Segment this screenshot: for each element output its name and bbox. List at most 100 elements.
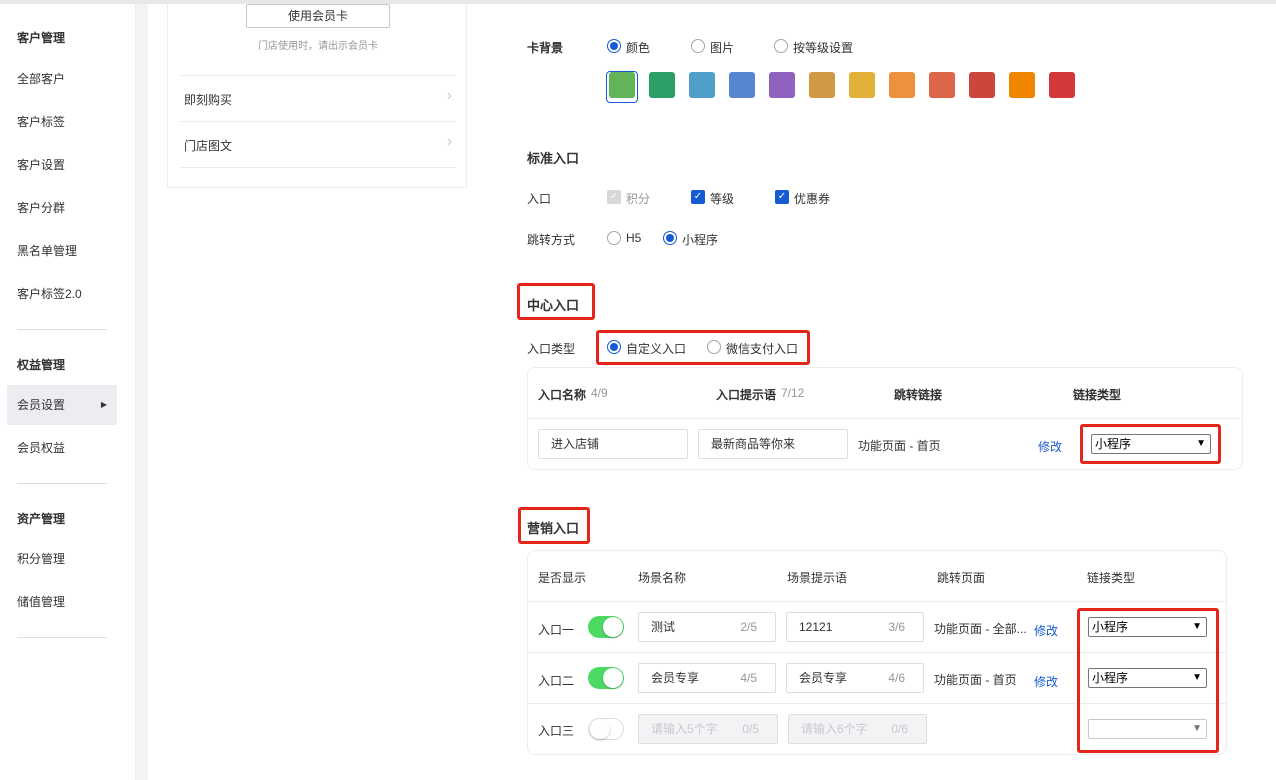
scene-name-input[interactable]: 测试 2/5 [638, 612, 776, 642]
color-swatch[interactable] [1049, 72, 1075, 98]
color-swatch[interactable] [609, 72, 635, 98]
scene-name-input: 请输入5个字 0/5 [638, 714, 778, 744]
chevron-down-icon: ▼ [1196, 438, 1206, 449]
select-value: 小程序 [1095, 437, 1132, 451]
char-count: 0/6 [891, 722, 908, 736]
scene-hint-input[interactable]: 会员专享 4/6 [786, 663, 924, 693]
entry-row-label: 入口一 [538, 623, 575, 637]
char-count: 2/5 [740, 620, 757, 634]
entry-hint-count: 7/12 [781, 386, 805, 400]
marketing-entry-title: 营销入口 [527, 521, 580, 536]
checkbox-level[interactable]: ✓ [691, 190, 705, 204]
radio-custom-entry[interactable] [607, 340, 621, 354]
color-swatch[interactable] [849, 72, 875, 98]
col-jump-link: 跳转链接 [894, 388, 943, 402]
col-link-type: 链接类型 [1087, 571, 1136, 585]
scene-hint-placeholder: 请输入6个字 [801, 722, 868, 736]
preview-row-buy-now[interactable]: 即刻购买 › [180, 75, 456, 121]
sidebar-item-customer-tags-2[interactable]: 客户标签2.0 [7, 274, 117, 314]
highlight-box [1077, 608, 1219, 753]
use-member-card-button[interactable]: 使用会员卡 [246, 4, 390, 28]
checkbox-coupon-label: 优惠券 [794, 192, 831, 206]
preview-row-label: 门店图文 [184, 139, 233, 153]
sidebar-group-customer: 客户管理 [17, 31, 66, 45]
radio-wechat-pay-entry-label: 微信支付入口 [726, 342, 799, 356]
modify-link[interactable]: 修改 [1038, 438, 1062, 455]
entry-name-count: 4/9 [591, 386, 608, 400]
color-swatch[interactable] [649, 72, 675, 98]
sidebar-item-customer-tags[interactable]: 客户标签 [7, 102, 117, 142]
scene-name-value: 测试 [651, 620, 676, 634]
radio-mini-program[interactable] [663, 231, 677, 245]
scene-name-value: 会员专享 [651, 671, 700, 685]
card-bg-label: 卡背景 [527, 41, 564, 55]
radio-wechat-pay-entry[interactable] [707, 340, 721, 354]
radio-h5[interactable] [607, 231, 621, 245]
entry-type-label: 入口类型 [527, 342, 576, 356]
radio-color[interactable] [607, 39, 621, 53]
checkbox-level-label: 等级 [710, 192, 735, 206]
sidebar-item-blacklist[interactable]: 黑名单管理 [7, 231, 117, 271]
sidebar-group-assets: 资产管理 [17, 512, 66, 526]
modify-link[interactable]: 修改 [1034, 673, 1058, 690]
center-link-type-select[interactable]: 小程序 ▼ [1091, 434, 1211, 454]
color-swatch[interactable] [729, 72, 755, 98]
radio-color-label: 颜色 [626, 41, 651, 55]
scene-hint-value: 12121 [799, 620, 833, 634]
sidebar-item-stored-value[interactable]: 储值管理 [7, 582, 117, 622]
col-entry-name: 入口名称 [538, 388, 587, 402]
col-scene-hint: 场景提示语 [787, 571, 848, 585]
color-swatch[interactable] [809, 72, 835, 98]
entry-row-label: 入口三 [538, 724, 575, 738]
col-show: 是否显示 [538, 571, 587, 585]
scene-name-input[interactable]: 会员专享 4/5 [638, 663, 776, 693]
radio-image[interactable] [691, 39, 705, 53]
store-use-tip: 门店使用时，请出示会员卡 [258, 41, 378, 52]
scene-hint-value: 会员专享 [799, 671, 848, 685]
entry-hint-input[interactable]: 最新商品等你来 [698, 429, 848, 459]
char-count: 4/5 [740, 671, 757, 685]
checkbox-coupon[interactable]: ✓ [775, 190, 789, 204]
color-swatch[interactable] [689, 72, 715, 98]
entry-name-input[interactable]: 进入店铺 [538, 429, 688, 459]
radio-by-level[interactable] [774, 39, 788, 53]
color-swatch[interactable] [929, 72, 955, 98]
sidebar-item-customer-settings[interactable]: 客户设置 [7, 145, 117, 185]
sidebar-item-member-rights[interactable]: 会员权益 [7, 428, 117, 468]
char-count: 3/6 [888, 620, 905, 634]
radio-image-label: 图片 [710, 41, 735, 55]
radio-by-level-label: 按等级设置 [793, 41, 854, 55]
color-swatch[interactable] [1009, 72, 1035, 98]
entry-jump-page: 功能页面 - 首页 [858, 439, 941, 453]
sidebar-item-all-customers[interactable]: 全部客户 [7, 59, 117, 99]
member-card-preview: 使用会员卡 门店使用时，请出示会员卡 即刻购买 › 门店图文 › [167, 4, 467, 188]
sidebar-item-label: 会员设置 [17, 398, 66, 412]
color-swatch[interactable] [889, 72, 915, 98]
col-jump-page: 跳转页面 [937, 571, 986, 585]
color-swatch[interactable] [969, 72, 995, 98]
radio-mini-program-label: 小程序 [682, 233, 719, 247]
show-toggle-entry-2[interactable] [588, 667, 624, 689]
chevron-right-icon: › [446, 87, 452, 104]
sidebar-divider [17, 329, 107, 330]
entry-row-label: 入口二 [538, 674, 575, 688]
col-scene-name: 场景名称 [638, 571, 687, 585]
col-entry-hint: 入口提示语 [716, 388, 777, 402]
checkbox-points: ✓ [607, 190, 621, 204]
chevron-right-icon: › [446, 133, 452, 150]
jump-page-text: 功能页面 - 全部... [934, 622, 1027, 636]
col-link-type: 链接类型 [1073, 388, 1122, 402]
modify-link[interactable]: 修改 [1034, 622, 1058, 639]
caret-right-icon: ▶ [100, 400, 107, 409]
entry-label: 入口 [527, 192, 552, 206]
scene-hint-input[interactable]: 12121 3/6 [786, 612, 924, 642]
show-toggle-entry-3[interactable] [588, 718, 624, 740]
sidebar-item-customer-segments[interactable]: 客户分群 [7, 188, 117, 228]
preview-row-store-info[interactable]: 门店图文 › [180, 121, 456, 167]
show-toggle-entry-1[interactable] [588, 616, 624, 638]
table-divider [528, 601, 1226, 602]
color-swatch[interactable] [769, 72, 795, 98]
jump-page-text: 功能页面 - 首页 [934, 673, 1017, 687]
sidebar-item-member-settings[interactable]: 会员设置 ▶ [7, 385, 117, 425]
sidebar-item-points[interactable]: 积分管理 [7, 539, 117, 579]
